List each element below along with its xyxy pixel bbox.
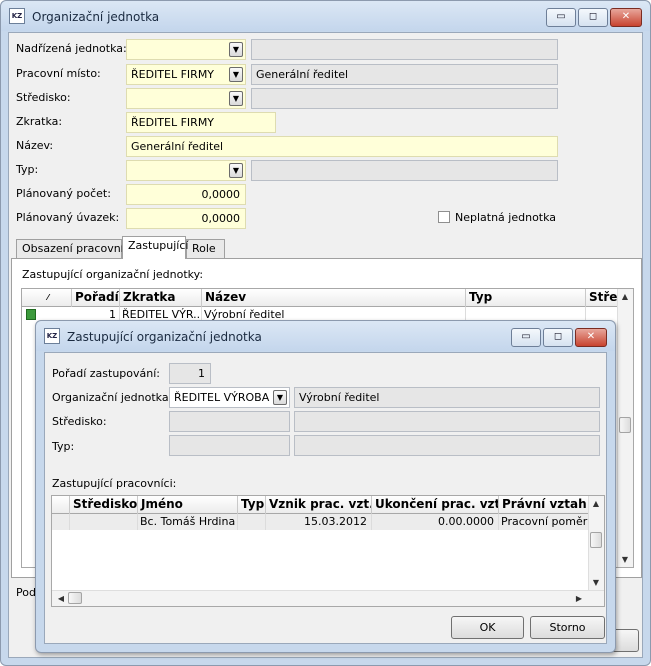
dialog-stredisko-label: Středisko: <box>52 415 107 428</box>
col-zkratka[interactable]: Zkratka <box>120 289 202 307</box>
dialog-grid-vscrollbar[interactable]: ▲ ▼ <box>588 496 604 590</box>
document-icon <box>26 309 36 320</box>
col-stredisko[interactable]: Středisko <box>70 496 138 514</box>
cell-pravni-vztah: Pracovní poměr <box>501 515 588 528</box>
dialog-grid-hscrollbar[interactable]: ◀ ▶ <box>52 590 604 606</box>
org-jednotka-desc-field: Výrobní ředitel <box>294 387 600 408</box>
scroll-thumb[interactable] <box>590 532 602 548</box>
dialog-title: Zastupující organizační jednotka <box>67 330 262 344</box>
nadrizena-label: Nadřízená jednotka: <box>16 42 127 55</box>
scroll-up-icon[interactable]: ▲ <box>589 499 603 508</box>
dialog-typ-label: Typ: <box>52 440 75 453</box>
storno-button[interactable]: Storno <box>530 616 605 639</box>
dialog-typ-desc-field <box>294 435 600 456</box>
dialog-client-area: Pořadí zastupování: 1 Organizační jednot… <box>44 352 607 644</box>
nadrizena-field[interactable]: ▼ <box>126 39 246 60</box>
stredisko-field[interactable]: ▼ <box>126 88 246 109</box>
neplatna-checkbox[interactable] <box>438 211 450 223</box>
dialog-grid-header: Středisko Jméno Typ Vznik prac. vzt. Uko… <box>52 496 604 514</box>
tab-role[interactable]: Role <box>186 239 225 259</box>
planovany-pocet-input[interactable]: 0,0000 <box>126 184 246 205</box>
dialog-typ-field <box>169 435 290 456</box>
dialog-maximize-button[interactable]: ◻ <box>543 328 573 347</box>
main-window-title: Organizační jednotka <box>32 10 160 24</box>
typ-label: Typ: <box>16 163 39 176</box>
ok-button[interactable]: OK <box>451 616 524 639</box>
typ-desc-field <box>251 160 558 181</box>
scroll-left-icon[interactable]: ◀ <box>54 594 68 603</box>
dialog-stredisko-field <box>169 411 290 432</box>
close-button[interactable]: ✕ <box>610 8 642 27</box>
dialog-minimize-button[interactable]: ▭ <box>511 328 541 347</box>
nazev-label: Název: <box>16 139 54 152</box>
org-jednotka-field[interactable]: ŘEDITEL VÝROBA ▼ <box>169 387 290 408</box>
chevron-down-icon[interactable]: ▼ <box>229 42 243 57</box>
stredisko-label: Středisko: <box>16 91 71 104</box>
cell-vznik: 15.03.2012 <box>266 514 372 530</box>
zkratka-label: Zkratka: <box>16 115 63 128</box>
col-pravni-vztah[interactable]: Právní vztah <box>499 496 589 514</box>
typ-field[interactable]: ▼ <box>126 160 246 181</box>
poradi-field: 1 <box>169 363 211 384</box>
dialog-close-button[interactable]: ✕ <box>575 328 607 347</box>
pracovni-misto-desc-field: Generální ředitel <box>251 64 558 85</box>
main-titlebar[interactable]: KZ Organizační jednotka ▭ ◻ ✕ <box>1 1 650 31</box>
col-typ[interactable]: Typ <box>466 289 586 307</box>
dialog-titlebar[interactable]: KZ Zastupující organizační jednotka ▭ ◻ … <box>36 321 615 351</box>
zastupujici-jednotky-label: Zastupující organizační jednotky: <box>22 268 204 281</box>
nadrizena-desc-field <box>251 39 558 60</box>
scroll-thumb[interactable] <box>619 417 631 433</box>
chevron-down-icon[interactable]: ▼ <box>229 91 243 106</box>
org-jednotka-value: ŘEDITEL VÝROBA <box>174 391 270 404</box>
col-stredisko[interactable]: Středis <box>586 289 619 307</box>
neplatna-label: Neplatná jednotka <box>455 211 557 224</box>
planovany-uvazek-label: Plánovaný úvazek: <box>16 211 120 224</box>
grid-vscrollbar[interactable]: ▲ ▼ <box>617 289 633 567</box>
cell-stredisko <box>70 514 138 530</box>
dialog-stredisko-desc-field <box>294 411 600 432</box>
hscroll-thumb[interactable] <box>68 592 82 604</box>
tab-zastupujici[interactable]: Zastupující <box>122 236 188 259</box>
scroll-down-icon[interactable]: ▼ <box>589 578 603 587</box>
col-ukonceni[interactable]: Ukončení prac. vzt. <box>372 496 499 514</box>
maximize-button[interactable]: ◻ <box>578 8 608 27</box>
row-indicator <box>52 514 70 530</box>
grid-header: ⁄ Pořadí Zkratka Název Typ Středis <box>22 289 633 307</box>
dialog-app-icon: KZ <box>44 328 60 344</box>
scroll-down-icon[interactable]: ▼ <box>618 555 632 564</box>
chevron-down-icon[interactable]: ▼ <box>229 67 243 82</box>
cell-ukonceni: 0.00.0000 <box>372 514 499 530</box>
table-row[interactable]: Bc. Tomáš Hrdina 15.03.2012 0.00.0000 Pr… <box>52 514 589 530</box>
minimize-button[interactable]: ▭ <box>546 8 576 27</box>
pracovnici-grid: Středisko Jméno Typ Vznik prac. vzt. Uko… <box>51 495 605 607</box>
planovany-uvazek-input[interactable]: 0,0000 <box>126 208 246 229</box>
col-poradi[interactable]: Pořadí <box>72 289 120 307</box>
col-indicator <box>52 496 70 514</box>
zkratka-input[interactable]: ŘEDITEL FIRMY <box>126 112 276 133</box>
planovany-pocet-label: Plánovaný počet: <box>16 187 111 200</box>
zastupujici-pracovnici-label: Zastupující pracovníci: <box>52 477 177 490</box>
app-icon: KZ <box>9 8 25 24</box>
stredisko-desc-field <box>251 88 558 109</box>
poradi-label: Pořadí zastupování: <box>52 367 160 380</box>
pracovni-misto-field[interactable]: ŘEDITEL FIRMY ▼ <box>126 64 246 85</box>
nazev-input[interactable]: Generální ředitel <box>126 136 558 157</box>
pracovni-misto-label: Pracovní místo: <box>16 67 101 80</box>
chevron-down-icon[interactable]: ▼ <box>273 390 287 405</box>
col-vznik[interactable]: Vznik prac. vzt. <box>266 496 372 514</box>
col-jmeno[interactable]: Jméno <box>138 496 238 514</box>
cell-jmeno: Bc. Tomáš Hrdina <box>138 514 238 530</box>
scroll-right-icon[interactable]: ▶ <box>572 594 586 603</box>
tab-obsazeni[interactable]: Obsazení pracovníci <box>16 239 133 259</box>
col-nazev[interactable]: Název <box>202 289 466 307</box>
zastupujici-dialog: KZ Zastupující organizační jednotka ▭ ◻ … <box>35 320 616 653</box>
col-typ[interactable]: Typ <box>238 496 266 514</box>
col-indicator: ⁄ <box>22 289 72 307</box>
cell-typ <box>238 514 266 530</box>
org-jednotka-label: Organizační jednotka: <box>52 391 173 404</box>
pracovni-misto-value: ŘEDITEL FIRMY <box>131 68 215 81</box>
scroll-up-icon[interactable]: ▲ <box>618 292 632 301</box>
chevron-down-icon[interactable]: ▼ <box>229 163 243 178</box>
